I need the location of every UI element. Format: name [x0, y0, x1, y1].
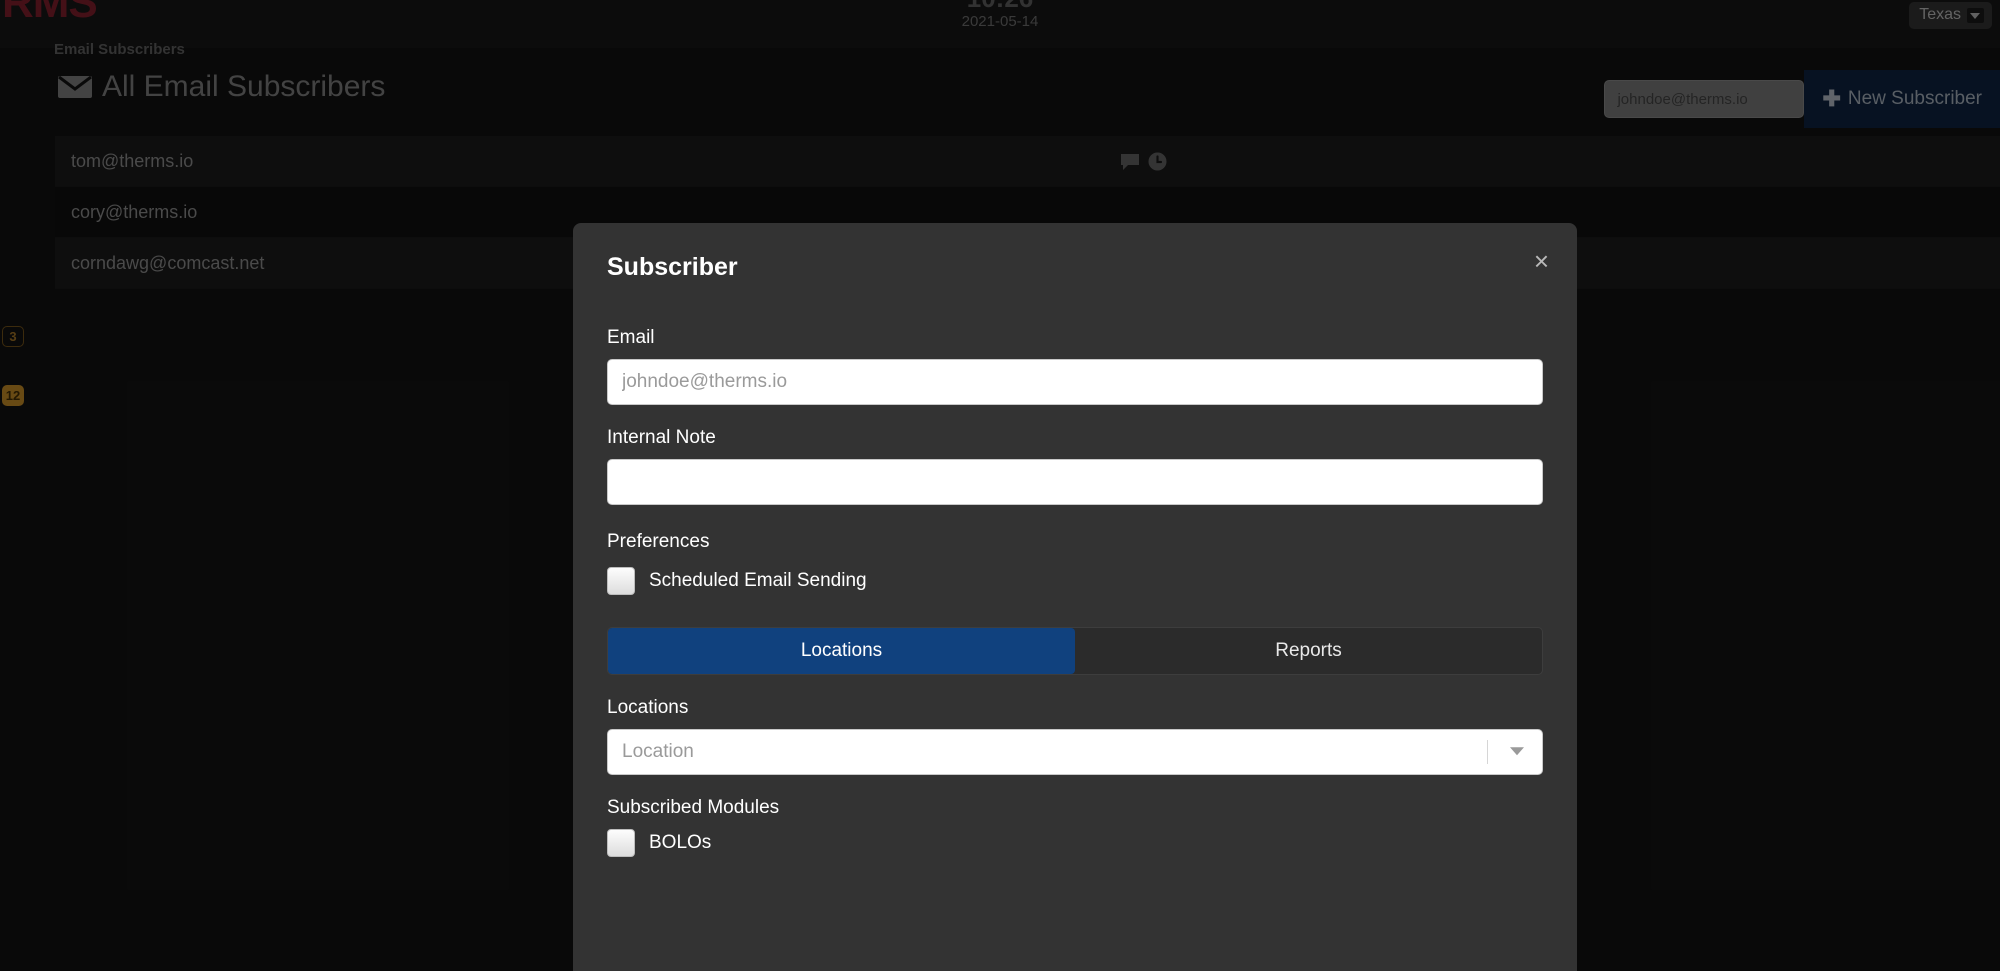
close-icon[interactable]: ×	[1534, 251, 1549, 271]
modal-body: Email Internal Note Preferences Schedule…	[573, 293, 1577, 857]
internal-note-label: Internal Note	[607, 427, 1543, 449]
modal-tabs: Locations Reports	[607, 627, 1543, 675]
tab-locations[interactable]: Locations	[608, 628, 1075, 674]
bolos-label: BOLOs	[649, 832, 711, 854]
preferences-label: Preferences	[607, 531, 1543, 553]
bolos-checkbox[interactable]	[607, 829, 635, 857]
scheduled-email-checkbox[interactable]	[607, 567, 635, 595]
chevron-down-icon	[1510, 747, 1524, 755]
subscriber-modal: Subscriber × Email Internal Note Prefere…	[573, 223, 1577, 971]
tab-reports[interactable]: Reports	[1075, 628, 1542, 674]
app-root: RMS 10:26 2021-05-14 Texas 3 12 Email Su…	[0, 0, 2000, 971]
locations-label: Locations	[607, 697, 1543, 719]
modal-title: Subscriber	[607, 253, 1543, 281]
email-field[interactable]	[607, 359, 1543, 405]
location-select[interactable]: Location	[607, 729, 1543, 775]
internal-note-field[interactable]	[607, 459, 1543, 505]
scheduled-email-row[interactable]: Scheduled Email Sending	[607, 567, 1543, 595]
subscribed-modules-label: Subscribed Modules	[607, 797, 1543, 819]
scheduled-email-label: Scheduled Email Sending	[649, 570, 867, 592]
select-divider	[1487, 740, 1488, 764]
location-select-value: Location	[622, 741, 694, 763]
email-field-label: Email	[607, 327, 1543, 349]
modal-header: Subscriber ×	[573, 223, 1577, 293]
module-row-bolos[interactable]: BOLOs	[607, 829, 1543, 857]
